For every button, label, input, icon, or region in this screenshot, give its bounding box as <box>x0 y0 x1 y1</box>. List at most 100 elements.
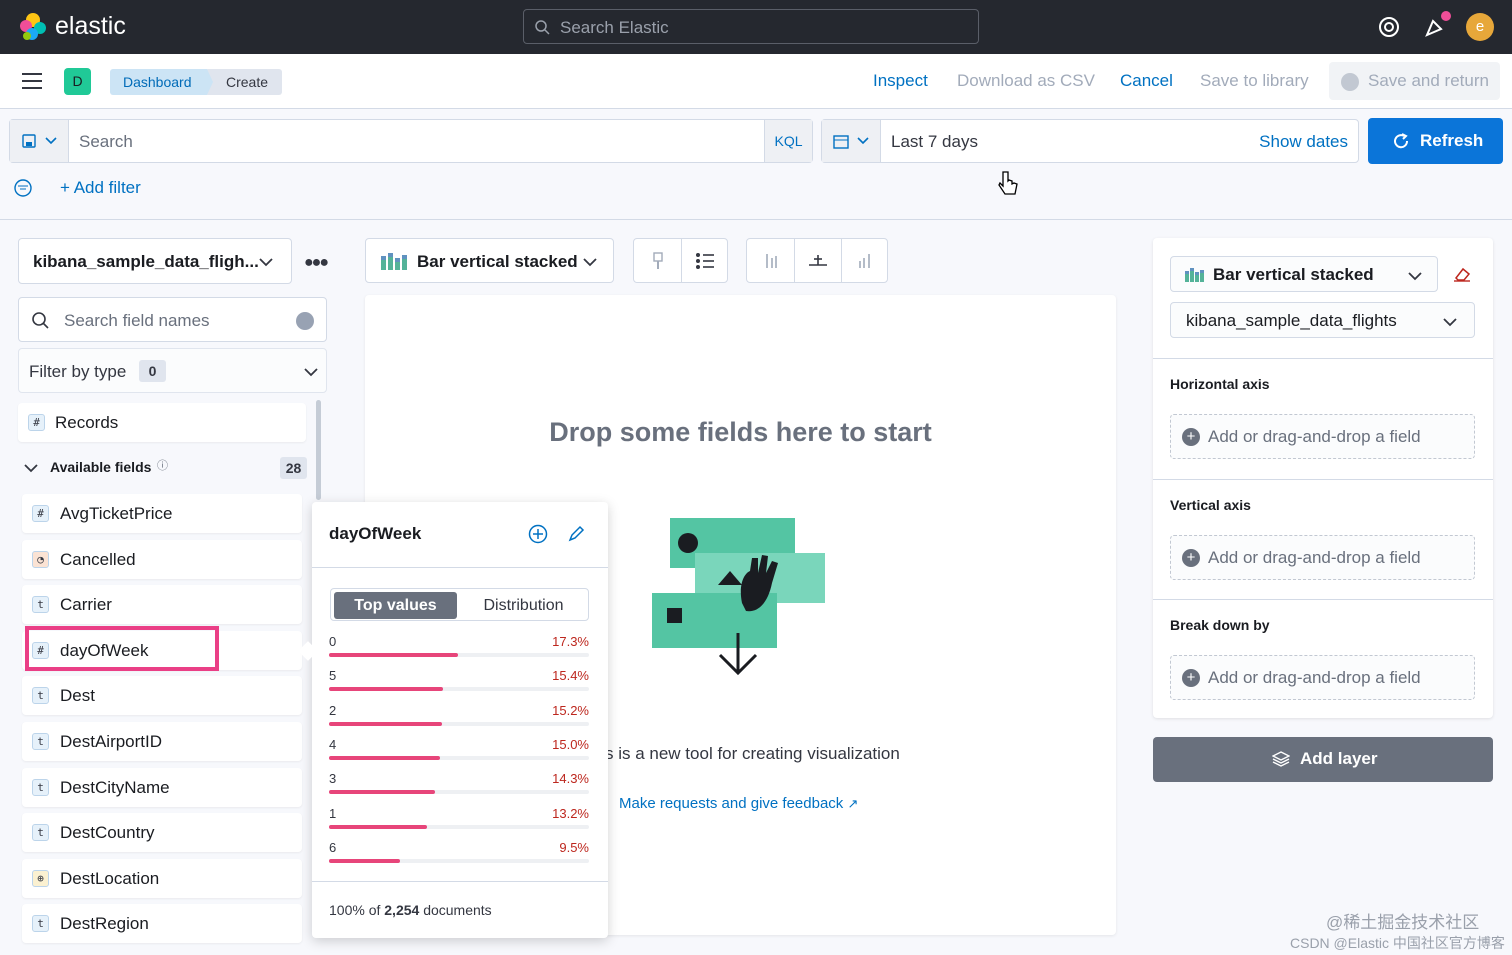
popover-footer: 100% of 2,254 documents <box>329 902 492 918</box>
left-axis-icon[interactable] <box>762 252 780 270</box>
add-layer-label: Add layer <box>1300 749 1378 768</box>
top-value-key: 2 <box>329 702 337 718</box>
top-value-bar-track <box>329 755 589 760</box>
bottom-axis-icon[interactable] <box>808 252 828 270</box>
field-label: Cancelled <box>60 549 136 569</box>
global-search-placeholder: Search Elastic <box>560 18 669 37</box>
brand-name[interactable]: elastic <box>55 12 126 41</box>
field-item[interactable]: t DestCityName <box>22 767 302 807</box>
menu-icon[interactable] <box>22 73 42 89</box>
top-value-percent: 14.3% <box>552 771 589 787</box>
refresh-button[interactable]: Refresh <box>1368 118 1503 164</box>
saved-query-button[interactable] <box>10 120 69 162</box>
field-label: DestLocation <box>60 868 160 888</box>
top-value-row: 5 15.4% <box>329 668 589 696</box>
field-item[interactable]: ⊕ DestLocation <box>22 858 302 898</box>
top-value-percent: 15.4% <box>552 668 589 684</box>
top-value-bar <box>329 824 428 829</box>
edit-pencil-icon[interactable] <box>566 524 586 544</box>
add-filter-button[interactable]: + Add filter <box>60 178 141 198</box>
footer-count: 2,254 <box>384 902 420 918</box>
field-item[interactable]: t DestCountry <box>22 813 302 853</box>
filter-icon[interactable] <box>13 178 33 198</box>
index-pattern-select[interactable]: kibana_sample_data_fligh... <box>18 238 292 284</box>
top-value-row: 0 17.3% <box>329 634 589 662</box>
time-picker[interactable]: Last 7 days Show dates <box>821 119 1359 163</box>
quick-menu-button[interactable] <box>822 120 881 162</box>
visualization-type-select[interactable]: Bar vertical stacked <box>365 238 614 283</box>
query-search-placeholder: Search <box>79 132 133 151</box>
top-value-key: 3 <box>329 771 337 787</box>
check-icon <box>1341 73 1359 91</box>
elastic-logo-icon[interactable] <box>18 12 48 42</box>
kql-language-button[interactable]: KQL <box>764 120 812 162</box>
field-item[interactable]: t Dest <box>22 676 302 716</box>
add-layer-button[interactable]: Add layer <box>1153 737 1493 782</box>
tab-distribution[interactable]: Distribution <box>461 592 586 619</box>
right-axis-icon[interactable] <box>856 252 874 270</box>
cancel-link[interactable]: Cancel <box>1120 71 1173 91</box>
breadcrumb-dashboard[interactable]: Dashboard <box>110 69 216 95</box>
user-avatar[interactable]: e <box>1466 13 1494 41</box>
plus-icon: + <box>1182 428 1200 446</box>
field-search-input[interactable]: Search field names <box>18 297 327 342</box>
layer-chart-type-select[interactable]: Bar vertical stacked <box>1170 256 1438 292</box>
help-icon[interactable] <box>1377 15 1401 39</box>
clear-icon[interactable] <box>296 312 314 330</box>
top-value-bar-track <box>329 653 589 657</box>
field-item[interactable]: t DestAirportID <box>22 722 302 761</box>
top-value-key: 1 <box>329 805 337 821</box>
notification-dot <box>1441 11 1451 21</box>
inspect-link[interactable]: Inspect <box>873 71 928 91</box>
field-item[interactable]: # AvgTicketPrice <box>22 494 302 533</box>
horizontal-axis-dropzone[interactable]: + Add or drag-and-drop a field <box>1170 414 1475 459</box>
top-value-bar <box>329 755 441 760</box>
feedback-link[interactable]: Make requests and give feedback ↗ <box>619 795 858 812</box>
bar-stacked-icon <box>381 253 407 270</box>
break-down-dropzone[interactable]: + Add or drag-and-drop a field <box>1170 655 1475 700</box>
download-csv-link[interactable]: Download as CSV <box>957 71 1095 91</box>
legend-icon[interactable] <box>695 252 715 270</box>
clear-layer-icon[interactable] <box>1453 266 1471 282</box>
layer-chart-type-label: Bar vertical stacked <box>1213 265 1374 284</box>
available-fields-header[interactable]: Available fields ⓘ 28 <box>22 457 307 481</box>
top-navigation-bar: elastic Search Elastic e <box>0 0 1512 54</box>
style-legend-group <box>633 238 728 283</box>
chevron-down-icon <box>583 258 597 267</box>
string-type-icon: t <box>32 733 49 750</box>
plus-icon: + <box>1182 669 1200 687</box>
field-item-records[interactable]: # Records <box>18 403 306 442</box>
query-search-bar[interactable]: Search KQL <box>9 119 813 163</box>
top-value-row: 4 15.0% <box>329 737 589 765</box>
paintbrush-icon[interactable] <box>650 252 666 270</box>
show-dates-link[interactable]: Show dates <box>1259 132 1348 152</box>
dropzone-label: Add or drag-and-drop a field <box>1208 668 1421 687</box>
field-item[interactable]: t DestRegion <box>22 904 302 944</box>
query-bar-row: Search KQL Last 7 days Show dates Refres… <box>0 109 1512 220</box>
sidebar-scrollbar[interactable] <box>316 400 321 500</box>
top-value-percent: 17.3% <box>552 634 589 649</box>
top-value-percent: 13.2% <box>552 805 589 821</box>
field-details-popover: dayOfWeek Top values Distribution 0 17.3%… <box>312 502 608 938</box>
field-search-placeholder: Search field names <box>64 311 210 330</box>
popover-tabs: Top values Distribution <box>330 588 589 621</box>
space-avatar[interactable]: D <box>64 68 91 95</box>
tab-top-values[interactable]: Top values <box>334 592 457 619</box>
layer-index-pattern-select[interactable]: kibana_sample_data_flights <box>1170 302 1475 338</box>
add-field-icon[interactable] <box>528 524 548 544</box>
filter-by-type-button[interactable]: Filter by type 0 <box>18 348 327 393</box>
field-label: DestCityName <box>60 777 170 797</box>
chevron-down-icon <box>304 368 318 377</box>
save-and-return-button[interactable]: Save and return <box>1329 62 1500 100</box>
watermark-line1: @稀土掘金技术社区 <box>1326 913 1480 932</box>
new-tool-description: s is a new tool for creating visualizati… <box>605 744 900 763</box>
top-value-bar <box>329 653 458 657</box>
global-search-input[interactable]: Search Elastic <box>523 9 979 44</box>
field-item[interactable]: ◔ Cancelled <box>22 539 302 579</box>
field-item[interactable]: t Carrier <box>22 585 302 625</box>
save-to-library-link[interactable]: Save to library <box>1200 71 1309 91</box>
lens-workspace: kibana_sample_data_fligh... ●●● Search f… <box>0 220 1512 955</box>
vertical-axis-section: Vertical axis + Add or drag-and-drop a f… <box>1153 479 1493 599</box>
more-options-icon[interactable]: ●●● <box>304 254 329 272</box>
vertical-axis-dropzone[interactable]: + Add or drag-and-drop a field <box>1170 535 1475 580</box>
